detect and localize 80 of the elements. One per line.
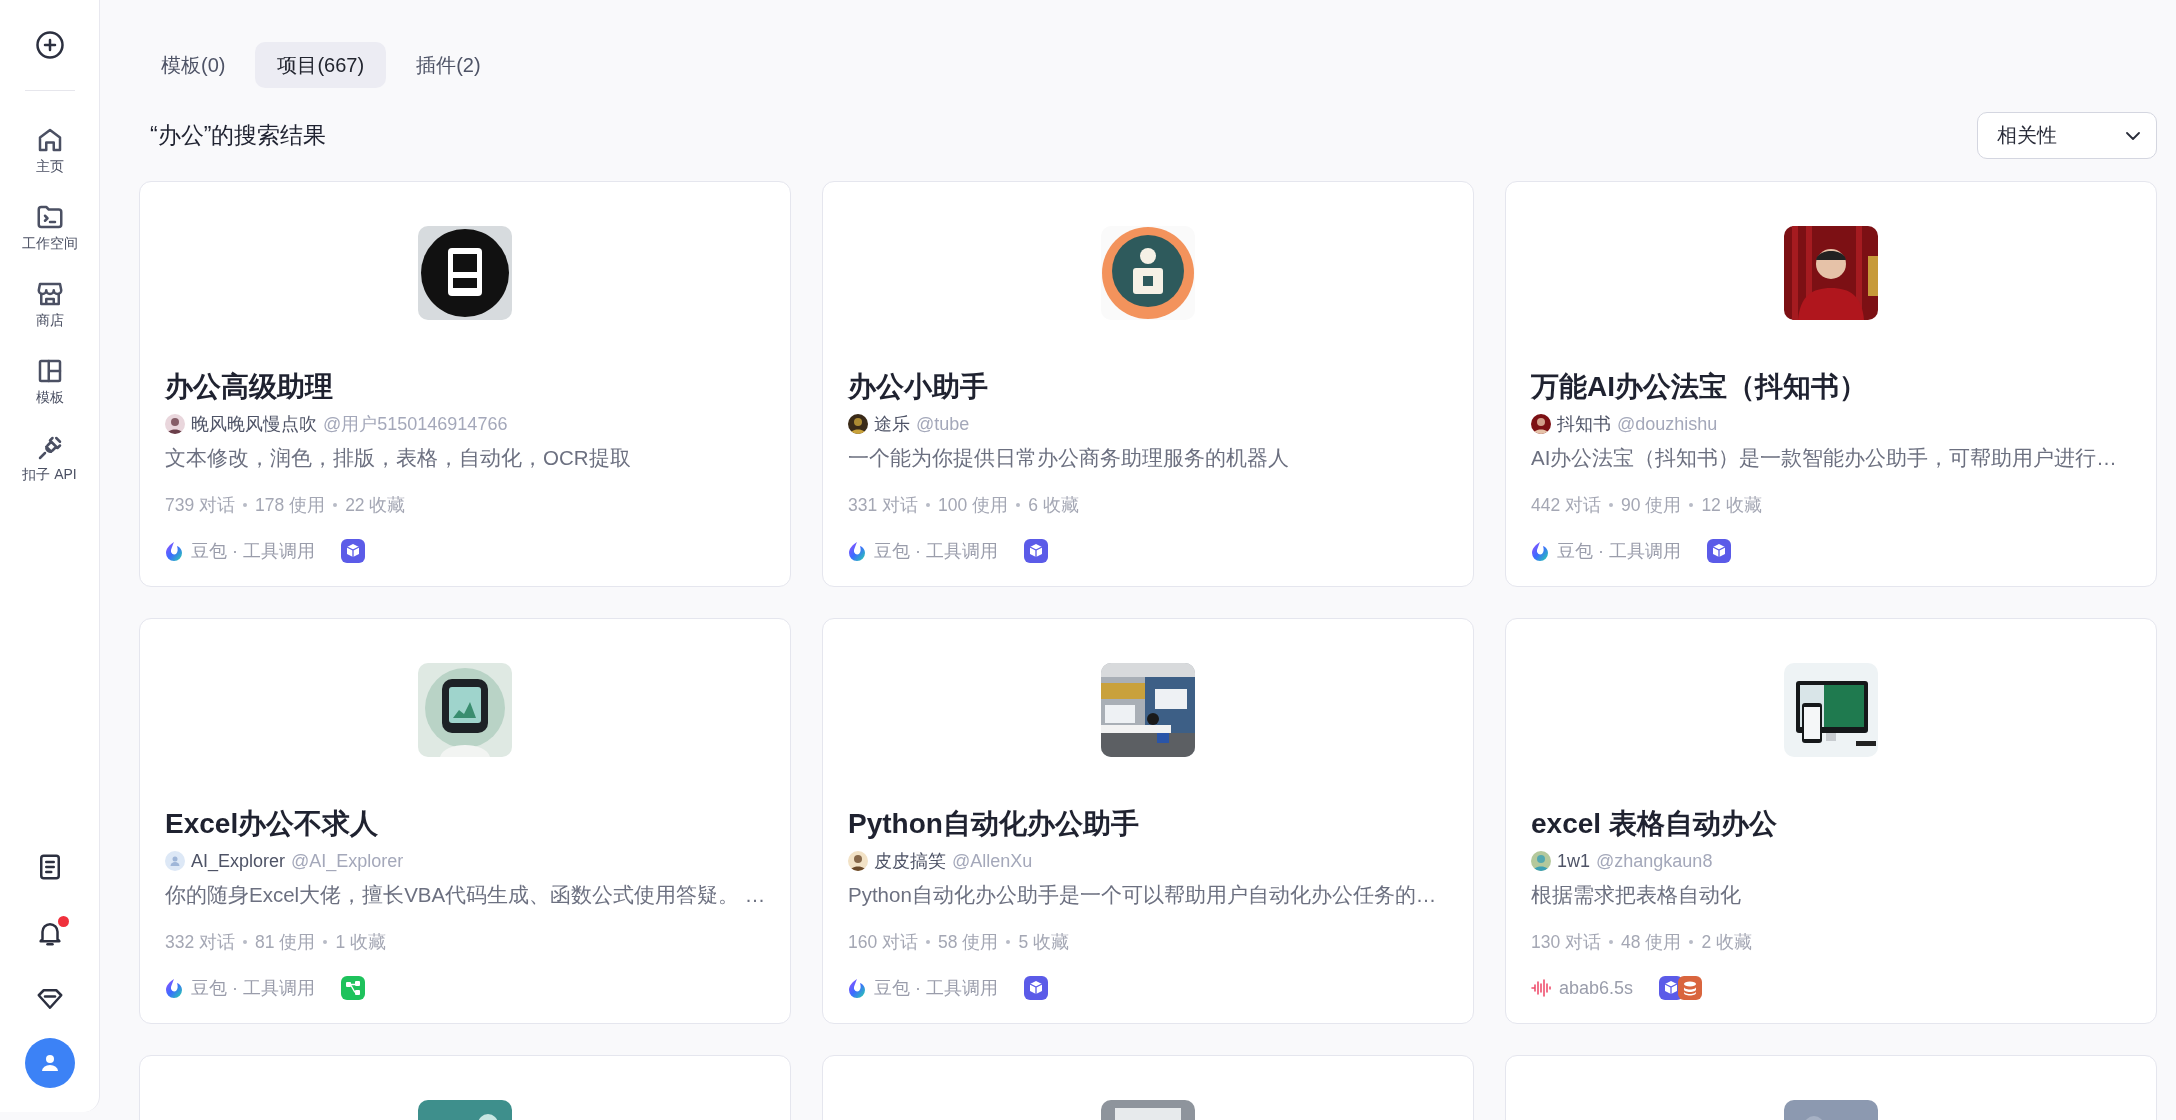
model-label: 豆包 · 工具调用 <box>191 540 315 563</box>
card-description: 文本修改，润色，排版，表格，自动化，OCR提取 <box>165 445 632 471</box>
model-logo-icon <box>165 978 183 998</box>
user-icon <box>39 1053 60 1073</box>
card-title: excel 表格自动办公 <box>1531 807 1778 841</box>
card-title: Python自动化办公助手 <box>848 807 1140 841</box>
tab[interactable]: 模板(0) <box>139 42 248 88</box>
nav-item[interactable]: 扣子 API <box>5 429 94 488</box>
tab[interactable]: 项目(667) <box>255 42 387 88</box>
author-handle: @tube <box>916 413 970 435</box>
stat-text: 90 使用 <box>1621 494 1682 517</box>
author-handle: @AI_Explorer <box>291 850 404 872</box>
stat-text: 5 收藏 <box>1018 931 1069 954</box>
author-name: 晚风晚风慢点吹 <box>191 413 317 436</box>
stat-text: 2 收藏 <box>1701 931 1752 954</box>
model-logo-icon <box>1531 541 1549 561</box>
author-handle: @用户5150146914766 <box>323 413 508 436</box>
nav-item[interactable]: 模板 <box>5 352 94 411</box>
author-handle: @douzhishu <box>1617 413 1718 435</box>
bot-card[interactable]: 办公高级助理 晚风晚风慢点吹 @用户5150146914766 文本修改，润色，排版，表格，自动化，OCR提取 739 对话 178 使用 22 收藏 豆包 · 工具调用 <box>139 181 791 587</box>
model-logo-icon <box>848 541 866 561</box>
tab[interactable]: 插件(2) <box>394 42 503 88</box>
author-handle: @zhangkaun8 <box>1596 850 1713 872</box>
stat-text: 22 收藏 <box>345 494 406 517</box>
stat-text: 739 对话 <box>165 494 236 517</box>
stat-text: 6 收藏 <box>1028 494 1079 517</box>
stat-text: 160 对话 <box>848 931 919 954</box>
author-name: 抖知书 <box>1557 413 1611 436</box>
stat-text: 331 对话 <box>848 494 919 517</box>
bot-card[interactable]: 万能AI办公法宝（抖知书） 抖知书 @douzhishu AI办公法宝（抖知书）是一款智能办公助手，可帮助用户进行… 442 对话 90 使用 12 收藏 豆包 · 工具调用 <box>1505 181 2157 587</box>
author-handle: @AllenXu <box>952 850 1033 872</box>
nav-item[interactable]: 商店 <box>5 275 94 334</box>
author-name: AI_Explorer <box>191 850 286 872</box>
stat-text: 332 对话 <box>165 931 236 954</box>
cube-icon <box>1024 976 1048 1000</box>
nav-item[interactable]: 主页 <box>5 121 94 180</box>
model-label: 豆包 · 工具调用 <box>1557 540 1681 563</box>
nav-item[interactable]: 工作空间 <box>5 198 94 257</box>
card-title: Excel办公不求人 <box>165 807 380 841</box>
cube-icon <box>1707 539 1731 563</box>
bot-card[interactable]: excel 表格自动办公 1w1 @zhangkaun8 根据需求把表格自动化 130 对话 48 使用 2 收藏 abab6.5s <box>1505 618 2157 1024</box>
user-avatar[interactable] <box>24 1038 75 1088</box>
bot-card[interactable]: 办公小助手 途乐 @tube 一个能为你提供日常办公商务助理服务的机器人 331 对话 100 使用 6 收藏 豆包 · 工具调用 <box>822 181 1474 587</box>
sort-dropdown[interactable]: 相关性 <box>1977 112 2157 159</box>
model-label: 豆包 · 工具调用 <box>874 540 998 563</box>
cube-icon <box>341 539 365 563</box>
model-logo-icon <box>165 541 183 561</box>
card-description: AI办公法宝（抖知书）是一款智能办公助手，可帮助用户进行… <box>1531 445 2118 471</box>
stat-text: 58 使用 <box>938 931 999 954</box>
stat-text: 12 收藏 <box>1701 494 1762 517</box>
author-name: 1w1 <box>1557 850 1591 872</box>
author-name: 皮皮搞笑 <box>874 850 946 873</box>
model-logo-icon <box>848 978 866 998</box>
bot-card[interactable]: Excel办公不求人 AI_Explorer @AI_Explorer 你的随身Excel大佬，擅长VBA代码生成、函数公式使用答疑。 … 332 对话 81 使用 1 收藏 豆包 · 工具调用 <box>139 618 791 1024</box>
add-icon <box>34 30 65 60</box>
card-title: 万能AI办公法宝（抖知书） <box>1531 370 1868 404</box>
model-label: abab6.5s <box>1559 977 1634 999</box>
cube-icon <box>1024 539 1048 563</box>
model-label: 豆包 · 工具调用 <box>191 977 315 1000</box>
stat-text: 48 使用 <box>1621 931 1682 954</box>
card-title: 办公小助手 <box>848 370 989 404</box>
stat-text: 442 对话 <box>1531 494 1602 517</box>
database-icon <box>1678 976 1703 1000</box>
card-description: 根据需求把表格自动化 <box>1531 882 1742 908</box>
stat-text: 81 使用 <box>255 931 316 954</box>
stat-text: 130 对话 <box>1531 931 1602 954</box>
waveform-icon <box>1531 979 1551 997</box>
results-heading: “办公”的搜索结果 <box>150 121 327 150</box>
bot-card[interactable]: Python自动化办公助手 皮皮搞笑 @AllenXu Python自动化办公助手是一个可以帮助用户自动化办公任务的… 160 对话 58 使用 5 收藏 豆包 · 工具调用 <box>822 618 1474 1024</box>
chevron-down-icon <box>2126 131 2140 140</box>
nodes-icon <box>341 976 365 1000</box>
card-title: 办公高级助理 <box>165 370 334 404</box>
stat-text: 100 使用 <box>938 494 1009 517</box>
card-description: 一个能为你提供日常办公商务助理服务的机器人 <box>848 445 1290 471</box>
stat-text: 178 使用 <box>255 494 326 517</box>
author-name: 途乐 <box>874 413 910 436</box>
card-description: Python自动化办公助手是一个可以帮助用户自动化办公任务的… <box>848 882 1438 908</box>
stat-text: 1 收藏 <box>335 931 386 954</box>
model-label: 豆包 · 工具调用 <box>874 977 998 1000</box>
card-description: 你的随身Excel大佬，擅长VBA代码生成、函数公式使用答疑。 … <box>165 882 765 908</box>
